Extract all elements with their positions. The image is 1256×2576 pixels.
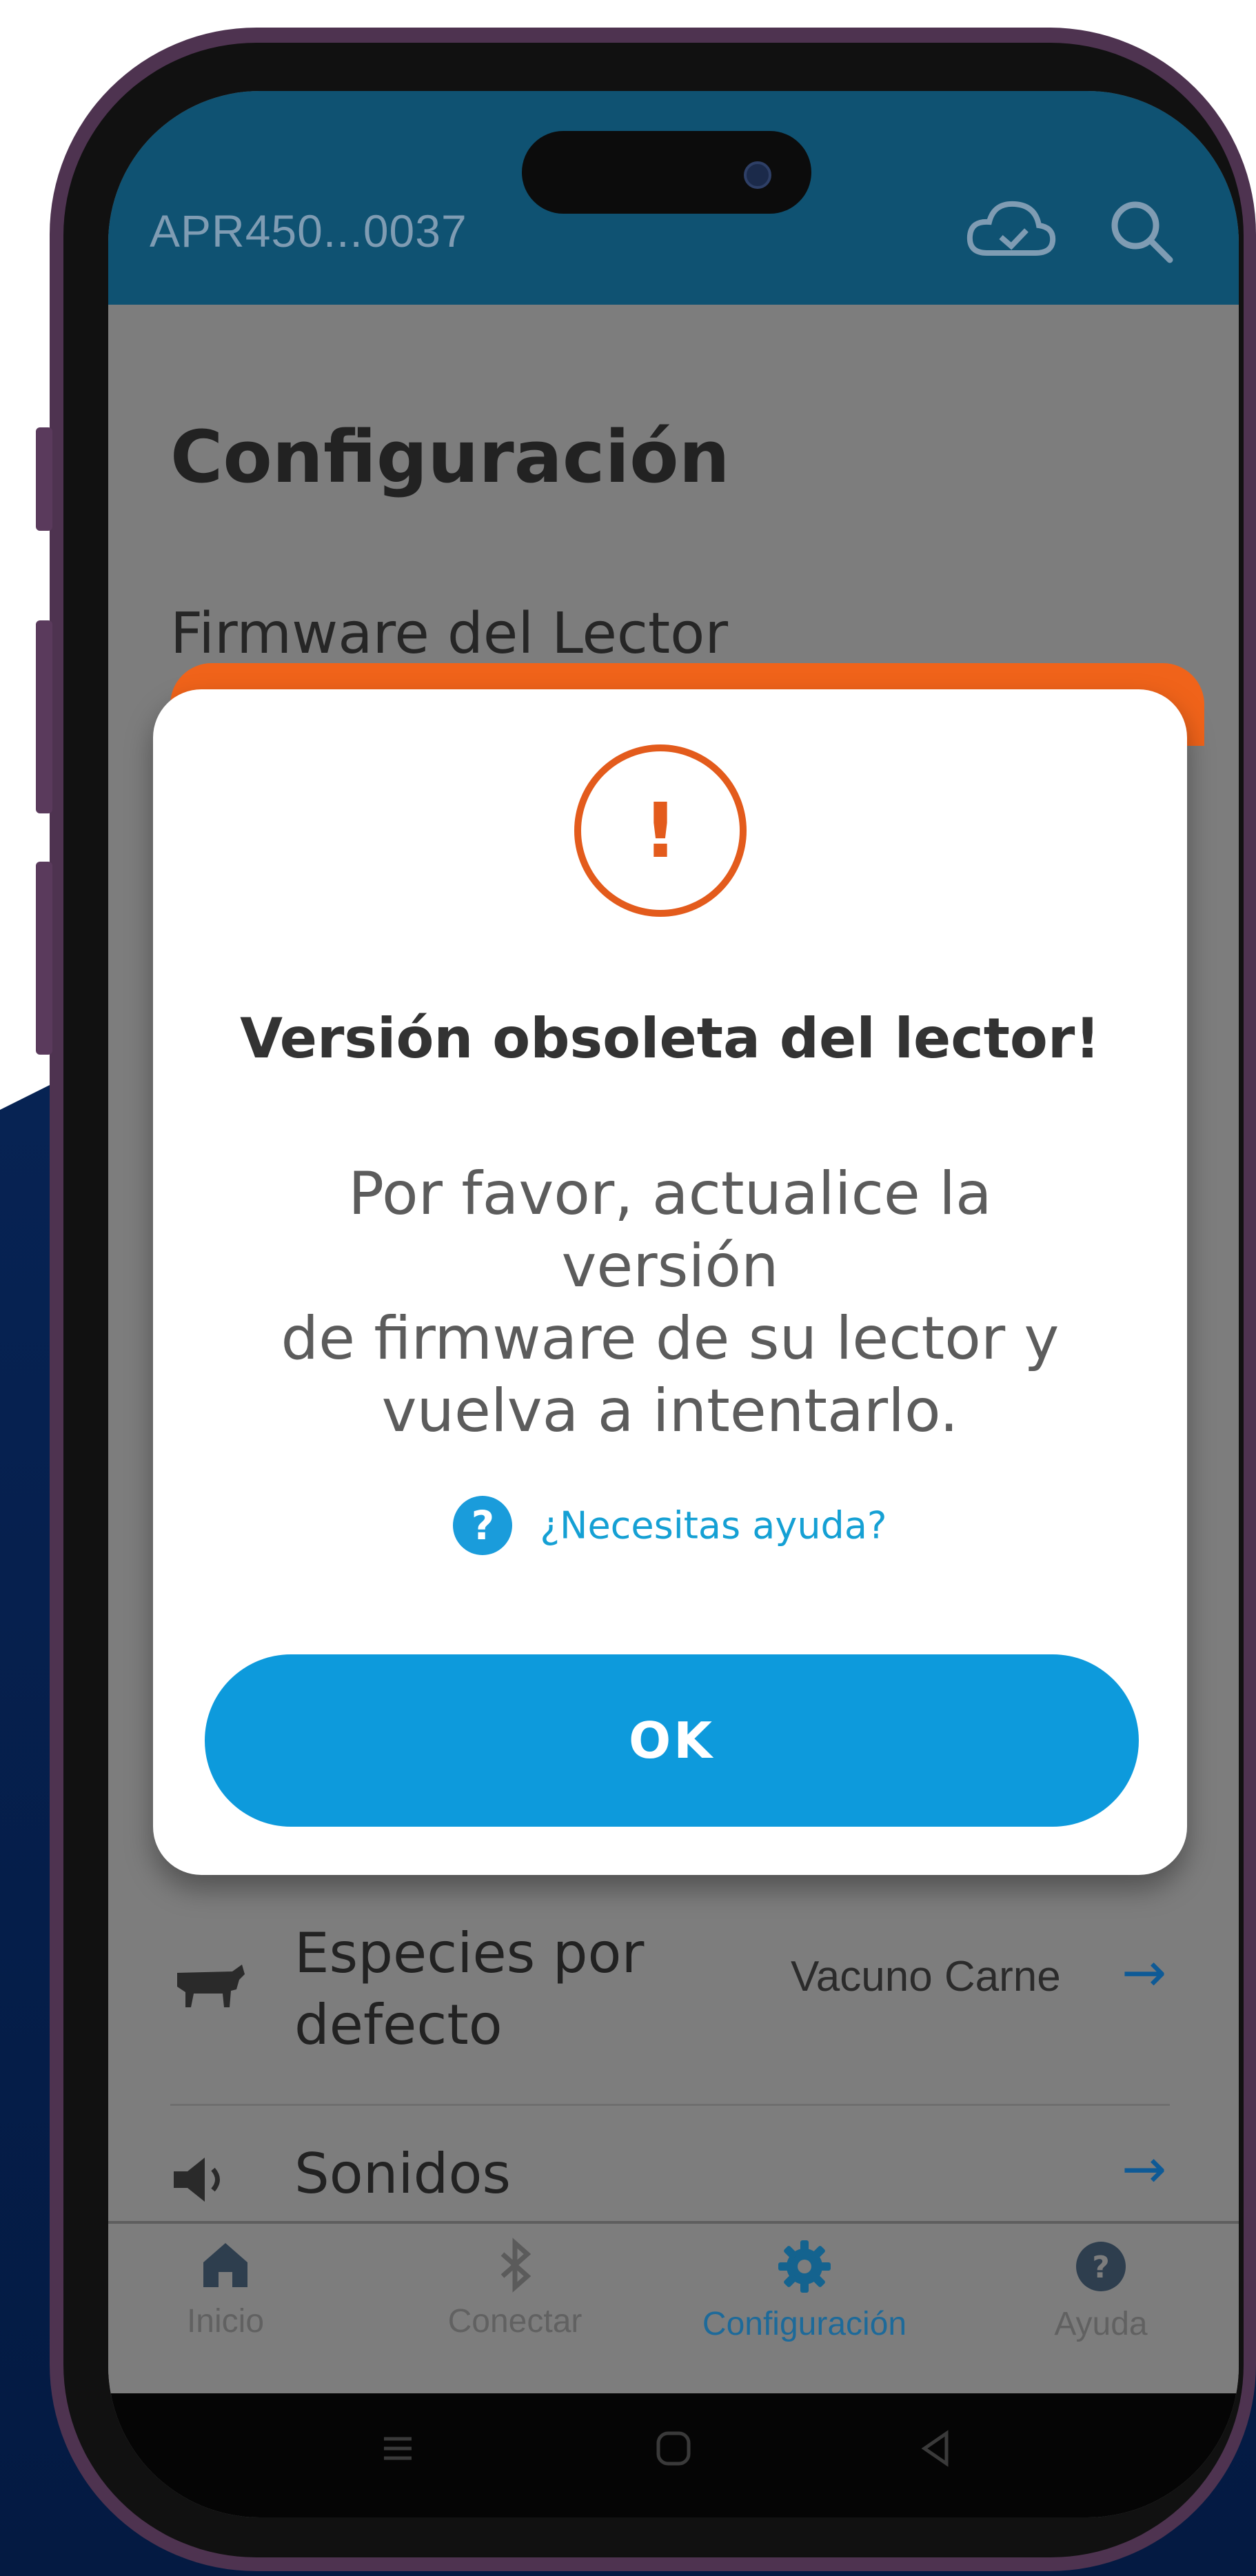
nav-item-conectar[interactable]: Conectar — [412, 2238, 618, 2340]
settings-row-label-line: defecto — [294, 1993, 503, 2057]
search-icon[interactable] — [1104, 194, 1180, 270]
svg-text:?: ? — [1092, 2250, 1110, 2285]
nav-label: Ayuda — [1054, 2306, 1148, 2342]
nav-item-ayuda[interactable]: ? Ayuda — [997, 2238, 1204, 2343]
nav-label: Conectar — [447, 2303, 583, 2340]
nav-label: Inicio — [186, 2303, 265, 2340]
recents-icon[interactable] — [370, 2421, 425, 2476]
dialog-title: Versión obsoleta del lector! — [240, 1006, 1100, 1071]
phone-side-button — [36, 427, 52, 531]
page-title: Configuración — [170, 415, 730, 499]
speaker-icon — [174, 2158, 220, 2202]
dialog-message: Por favor, actualice la versión de firmw… — [243, 1158, 1097, 1448]
nav-label: Configuración — [702, 2306, 907, 2342]
arrow-right-icon[interactable]: → — [1122, 1942, 1166, 2004]
back-icon[interactable] — [908, 2421, 963, 2476]
firmware-outdated-dialog: ! Versión obsoleta del lector! Por favor… — [153, 689, 1187, 1875]
gear-icon — [778, 2240, 831, 2293]
ok-button[interactable]: OK — [205, 1654, 1139, 1827]
dialog-message-line: de firmware de su lector y — [281, 1304, 1060, 1373]
app-bar: APR450...0037 — [108, 91, 1239, 305]
warning-icon: ! — [574, 744, 747, 917]
dialog-message-line: Por favor, actualice la versión — [348, 1159, 992, 1301]
help-icon: ? — [453, 1496, 513, 1555]
device-title: APR450...0037 — [150, 205, 467, 256]
bluetooth-icon — [500, 2238, 531, 2293]
front-camera — [744, 161, 771, 189]
help-link[interactable]: ? ¿Necesitas ayuda? — [153, 1496, 1187, 1555]
dialog-message-line: vuelva a intentarlo. — [381, 1377, 959, 1446]
home-button-icon[interactable] — [646, 2421, 701, 2476]
settings-row-label: Sonidos — [294, 2142, 511, 2206]
arrow-right-icon[interactable]: → — [1122, 2138, 1166, 2200]
settings-row-sounds[interactable]: Sonidos → — [170, 2131, 1177, 2221]
divider — [170, 2104, 1170, 2106]
cloud-sync-icon[interactable] — [963, 194, 1060, 270]
dynamic-island — [522, 131, 811, 214]
help-circle-icon: ? — [1076, 2242, 1126, 2291]
phone-side-button — [36, 862, 52, 1055]
settings-row-species[interactable]: Especies por defecto Vacuno Carne → — [170, 1904, 1177, 2083]
cow-icon — [177, 1965, 245, 2007]
nav-item-inicio[interactable]: Inicio — [122, 2238, 329, 2340]
system-navigation-bar — [108, 2393, 1239, 2517]
phone-side-button — [36, 620, 52, 813]
settings-row-label-line: Especies por — [294, 1921, 645, 1985]
help-link-text[interactable]: ¿Necesitas ayuda? — [540, 1504, 887, 1548]
nav-item-configuracion[interactable]: Configuración — [687, 2238, 922, 2343]
home-icon — [203, 2243, 247, 2287]
bottom-navigation: Inicio Conectar Configuración ? Ayuda — [108, 2221, 1239, 2396]
firmware-section-label: Firmware del Lector — [170, 601, 729, 667]
settings-row-value: Vacuno Carne — [791, 1953, 1061, 2000]
settings-row-label: Especies por defecto — [294, 1918, 644, 2061]
